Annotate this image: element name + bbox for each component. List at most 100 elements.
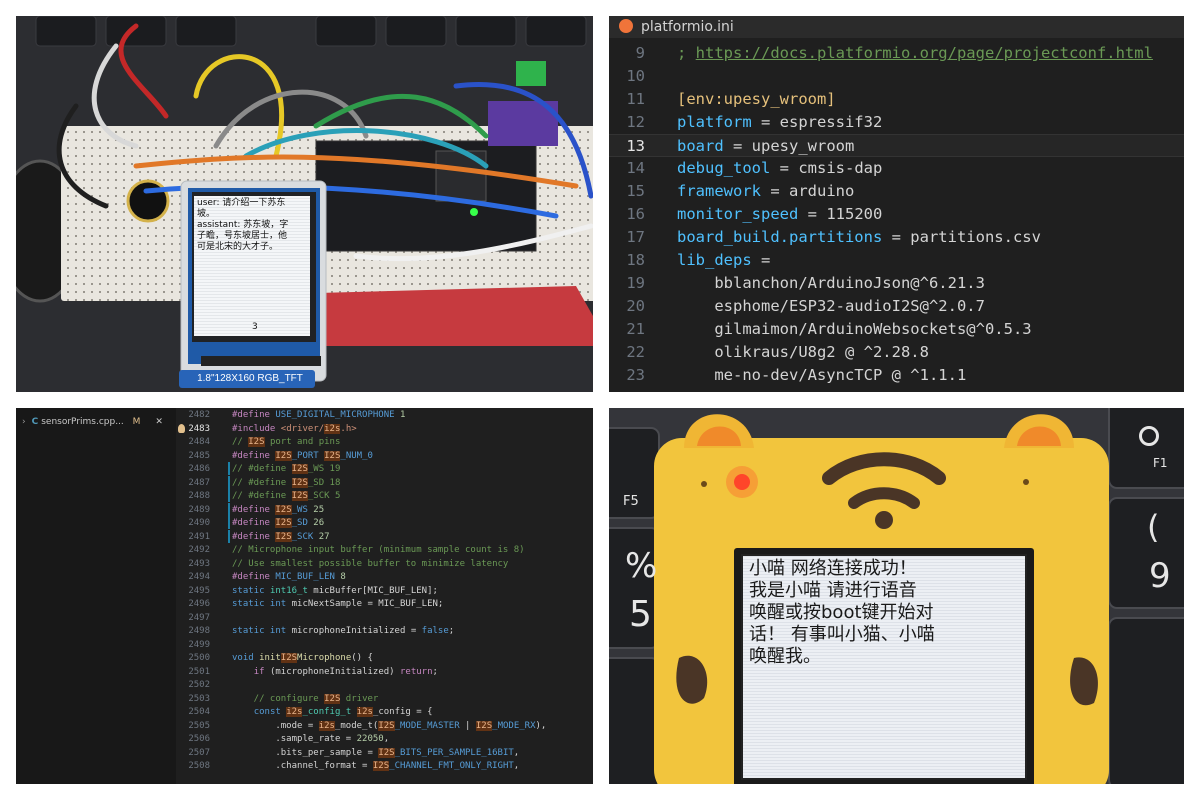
tft-module-label: 1.8"128X160 RGB_TFT [197, 373, 303, 384]
code-token: return [400, 666, 433, 677]
code-line[interactable]: 2502 [176, 678, 593, 692]
line-number: 12 [626, 113, 645, 131]
code-line[interactable]: 2499 [176, 638, 593, 652]
search-match: I2S [280, 653, 298, 663]
code-line[interactable]: 21 gilmaimon/ArduinoWebsockets@^0.5.3 [609, 318, 1184, 341]
code-line[interactable]: 2494 #define MIC_BUF_LEN 8 [176, 570, 593, 584]
line-number: 15 [626, 182, 645, 200]
code-line[interactable]: 2483 #include <driver/i2s.h> [176, 422, 593, 436]
code-token: <driver/ [280, 423, 325, 434]
tft-line: 子瞻，号东坡居士，他 [197, 231, 288, 241]
git-gutter-marker [228, 489, 230, 502]
code-line[interactable]: 2495 static int16_t micBuffer[MIC_BUF_LEN… [176, 584, 593, 598]
code-line[interactable]: 22 olikraus/U8g2 @ ^2.28.8 [609, 341, 1184, 364]
code-token: me-no-dev/AsyncTCP @ ^1.1.1 [677, 366, 967, 384]
code-token: esphome/ESP32-audioI2S@^2.0.7 [677, 297, 985, 315]
code-token: = 115200 [798, 205, 883, 223]
code-token: _SD [291, 518, 308, 528]
code-token: init [259, 653, 281, 663]
code-line[interactable]: 12 platform = espressif32 [609, 111, 1184, 134]
code-line[interactable]: 2492 // Microphone input buffer (minimum … [176, 543, 593, 557]
code-line[interactable]: 2503 // configure I2S driver [176, 692, 593, 706]
code-token: 27 [313, 531, 330, 542]
code-line[interactable]: 2489 #define I2S_WS 25 [176, 502, 593, 517]
line-number: 2499 [188, 639, 210, 650]
code-line[interactable]: 2505 .mode = i2s_mode_t(I2S_MODE_MASTER … [176, 719, 593, 733]
code-line[interactable]: 16 monitor_speed = 115200 [609, 203, 1184, 226]
code-line[interactable]: 2507 .bits_per_sample = I2S_BITS_PER_SAM… [176, 746, 593, 760]
code-token: driver [340, 693, 379, 704]
code-token: port and pins [264, 437, 341, 447]
code-token: false [421, 626, 449, 636]
device-line: 小喵 网络连接成功！ [749, 558, 917, 579]
code-line[interactable]: 2490 #define I2S_SD 26 [176, 516, 593, 530]
code-line[interactable]: 9; https://docs.platformio.org/page/proj… [609, 42, 1184, 65]
code-line[interactable]: 2508 .channel_format = I2S_CHANNEL_FMT_O… [176, 759, 593, 773]
code-line[interactable]: 23 me-no-dev/AsyncTCP @ ^1.1.1 [609, 364, 1184, 387]
search-match: I2S [291, 477, 308, 488]
git-gutter-marker [228, 516, 230, 529]
git-gutter-marker [228, 678, 230, 691]
code-token: // configure [232, 693, 325, 704]
code-token: #define [232, 531, 276, 542]
key-label: % [625, 546, 658, 586]
code-token: microphoneInitialized = [291, 626, 422, 636]
git-gutter-marker [228, 422, 230, 435]
code-token: _BITS_PER_SAMPLE_16BIT [394, 747, 514, 758]
code-token: _WS [291, 504, 308, 515]
code-token: #define [232, 572, 276, 582]
code-line[interactable]: 13 board = upesy_wroom [609, 134, 1184, 157]
code-line[interactable]: 2486 // #define I2S_WS 19 [176, 462, 593, 476]
code-line[interactable]: 2484 // I2S port and pins [176, 435, 593, 449]
code-line[interactable]: 2487 // #define I2S_SD 18 [176, 475, 593, 490]
code-token: .sample_rate = [232, 734, 357, 744]
code-line[interactable]: 2491 #define I2S_SCK 27 [176, 529, 593, 544]
code-line[interactable]: 15 framework = arduino [609, 180, 1184, 203]
line-number: 2504 [188, 707, 210, 717]
code-line[interactable]: 11 [env:upesy_wroom] [609, 88, 1184, 111]
close-icon[interactable]: ✕ [155, 417, 163, 427]
ini-code-lines[interactable]: 9; https://docs.platformio.org/page/proj… [609, 42, 1184, 387]
line-number: 2488 [188, 491, 210, 501]
explorer-sidebar: › CsensorPrims.cpp... M ✕ [16, 408, 176, 784]
platformio-icon [619, 19, 633, 33]
code-line[interactable]: 10 [609, 65, 1184, 88]
search-match: i2s [324, 423, 341, 434]
code-line[interactable]: 2496 static int micNextSample = MIC_BUF_L… [176, 597, 593, 611]
code-line[interactable]: 2504 const i2s_config_t i2s_config = { [176, 705, 593, 719]
line-number: 2482 [188, 410, 210, 420]
code-line[interactable]: 2497 [176, 611, 593, 625]
search-match: I2S [324, 693, 341, 704]
code-line[interactable]: 2482 #define USE_DIGITAL_MICROPHONE 1 [176, 408, 593, 422]
code-line[interactable]: 2506 .sample_rate = 22050, [176, 732, 593, 746]
line-number: 2502 [188, 680, 210, 690]
cpp-code-lines[interactable]: 2482 #define USE_DIGITAL_MICROPHONE 1 2483… [176, 408, 593, 773]
git-gutter-marker [228, 529, 230, 543]
code-line[interactable]: 2493 // Use smallest possible buffer to m… [176, 557, 593, 571]
cpp-code-editor: › CsensorPrims.cpp... M ✕ 2482 #define USE… [16, 408, 593, 784]
code-token: [env:upesy_wroom] [677, 90, 836, 108]
code-line[interactable]: 2485 #define I2S_PORT I2S_NUM_0 [176, 449, 593, 463]
git-gutter-marker [228, 408, 230, 421]
code-line[interactable]: 18 lib_deps = [609, 249, 1184, 272]
search-match: i2s [356, 707, 373, 717]
code-line[interactable]: 2500 void initI2SMicrophone() { [176, 651, 593, 665]
editor-tab-title: platformio.ini [641, 19, 734, 35]
code-line[interactable]: 17 board_build.partitions = partitions.cs… [609, 226, 1184, 249]
git-gutter-marker [228, 557, 230, 570]
git-gutter-marker [228, 746, 230, 759]
code-line[interactable]: 2488 // #define I2S_SCK 5 [176, 489, 593, 503]
code-line[interactable]: 2498 static int microphoneInitialized = f… [176, 624, 593, 638]
git-gutter-marker [228, 759, 230, 772]
code-token: micBuffer[MIC_BUF_LEN]; [313, 585, 438, 596]
code-line[interactable]: 20 esphome/ESP32-audioI2S@^2.0.7 [609, 295, 1184, 318]
line-number: 2493 [188, 558, 210, 569]
search-match: i2s [286, 707, 303, 717]
git-gutter-marker [228, 597, 230, 610]
editor-tab[interactable]: platformio.ini [609, 16, 1184, 38]
code-line[interactable]: 2501 if (microphoneInitialized) return; [176, 665, 593, 679]
code-line[interactable]: 14 debug_tool = cmsis-dap [609, 157, 1184, 180]
open-file-item[interactable]: › CsensorPrims.cpp... M ✕ [16, 414, 176, 430]
code-line[interactable]: 19 bblanchon/ArduinoJson@^6.21.3 [609, 272, 1184, 295]
